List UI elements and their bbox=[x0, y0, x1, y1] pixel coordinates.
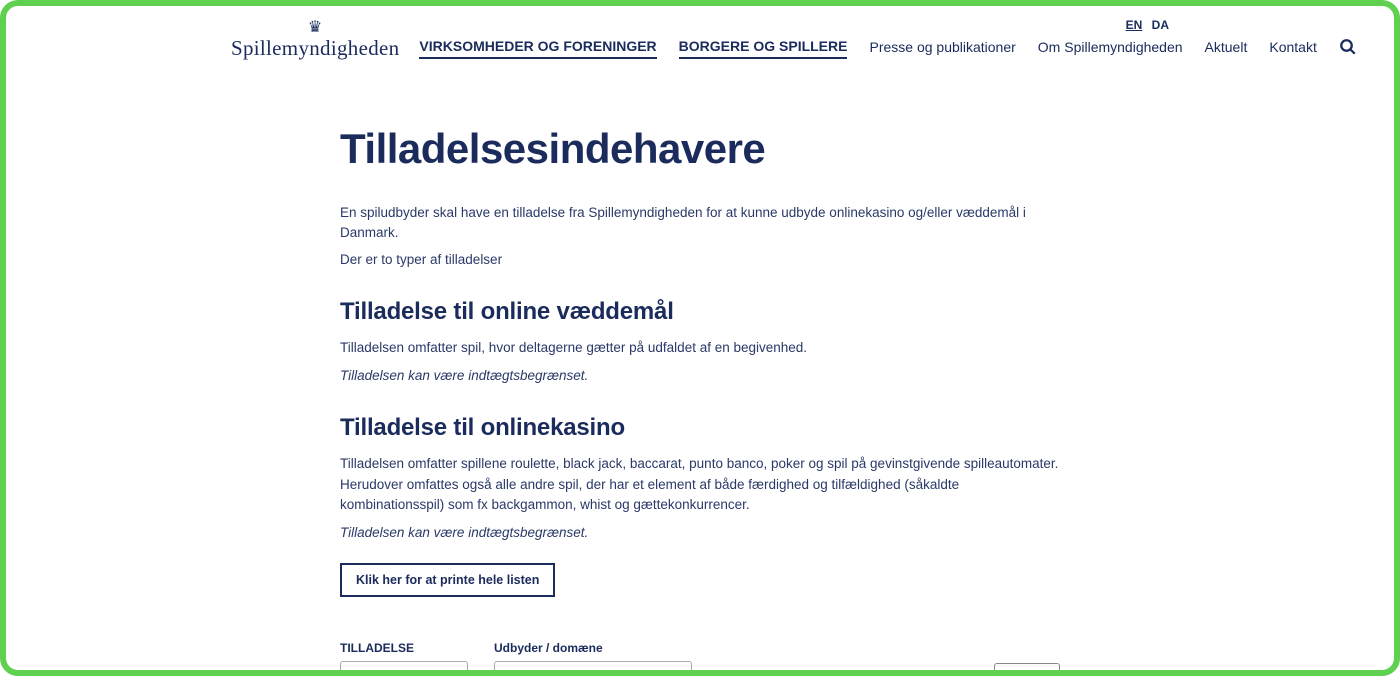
search-button[interactable]: Søg bbox=[994, 663, 1060, 670]
search-icon[interactable] bbox=[1339, 38, 1357, 59]
intro-line-2: Der er to typer af tilladelser bbox=[340, 250, 1060, 270]
heading-vaeddemaal: Tilladelse til online væddemål bbox=[340, 298, 1060, 326]
select-tilladelse[interactable]: - Enhver - bbox=[340, 661, 468, 670]
print-list-button[interactable]: Klik her for at printe hele listen bbox=[340, 563, 555, 597]
nav-kontakt[interactable]: Kontakt bbox=[1269, 39, 1316, 58]
nav-borgere[interactable]: BORGERE OG SPILLERE bbox=[679, 38, 848, 59]
para-onlinekasino: Tilladelsen omfatter spillene roulette, … bbox=[340, 454, 1060, 515]
para-onlinekasino-note: Tilladelsen kan være indtægtsbegrænset. bbox=[340, 523, 1060, 543]
logo-text: Spillemyndigheden bbox=[231, 38, 399, 59]
main-content: Tilladelsesindehavere En spiludbyder ska… bbox=[340, 125, 1060, 670]
para-vaeddemaal: Tilladelsen omfatter spil, hvor deltager… bbox=[340, 338, 1060, 358]
crown-icon: ♛ bbox=[308, 20, 323, 36]
page-title: Tilladelsesindehavere bbox=[340, 125, 1060, 173]
label-udbyder: Udbyder / domæne bbox=[494, 641, 692, 655]
input-udbyder[interactable] bbox=[494, 661, 692, 670]
chevron-down-icon bbox=[448, 669, 459, 670]
nav-om[interactable]: Om Spillemyndigheden bbox=[1038, 39, 1183, 58]
language-switcher: EN DA bbox=[1120, 18, 1169, 32]
heading-onlinekasino: Tilladelse til onlinekasino bbox=[340, 414, 1060, 442]
site-header: ♛ Spillemyndigheden VIRKSOMHEDER OG FORE… bbox=[6, 14, 1394, 67]
select-tilladelse-value: - Enhver - bbox=[349, 669, 404, 670]
nav-presse[interactable]: Presse og publikationer bbox=[869, 39, 1015, 58]
filter-bar: TILLADELSE - Enhver - Udbyder / domæne T… bbox=[340, 641, 1060, 670]
nav-aktuelt[interactable]: Aktuelt bbox=[1205, 39, 1248, 58]
lang-en[interactable]: EN bbox=[1126, 18, 1143, 32]
intro-line-1: En spiludbyder skal have en tilladelse f… bbox=[340, 203, 1060, 244]
para-vaeddemaal-note: Tilladelsen kan være indtægtsbegrænset. bbox=[340, 366, 1060, 386]
label-tilladelse: TILLADELSE bbox=[340, 641, 468, 655]
main-nav: VIRKSOMHEDER OG FORENINGER BORGERE OG SP… bbox=[419, 38, 1356, 59]
site-logo[interactable]: ♛ Spillemyndigheden bbox=[231, 20, 399, 59]
lang-da[interactable]: DA bbox=[1152, 18, 1169, 32]
nav-virksomheder[interactable]: VIRKSOMHEDER OG FORENINGER bbox=[419, 38, 656, 59]
